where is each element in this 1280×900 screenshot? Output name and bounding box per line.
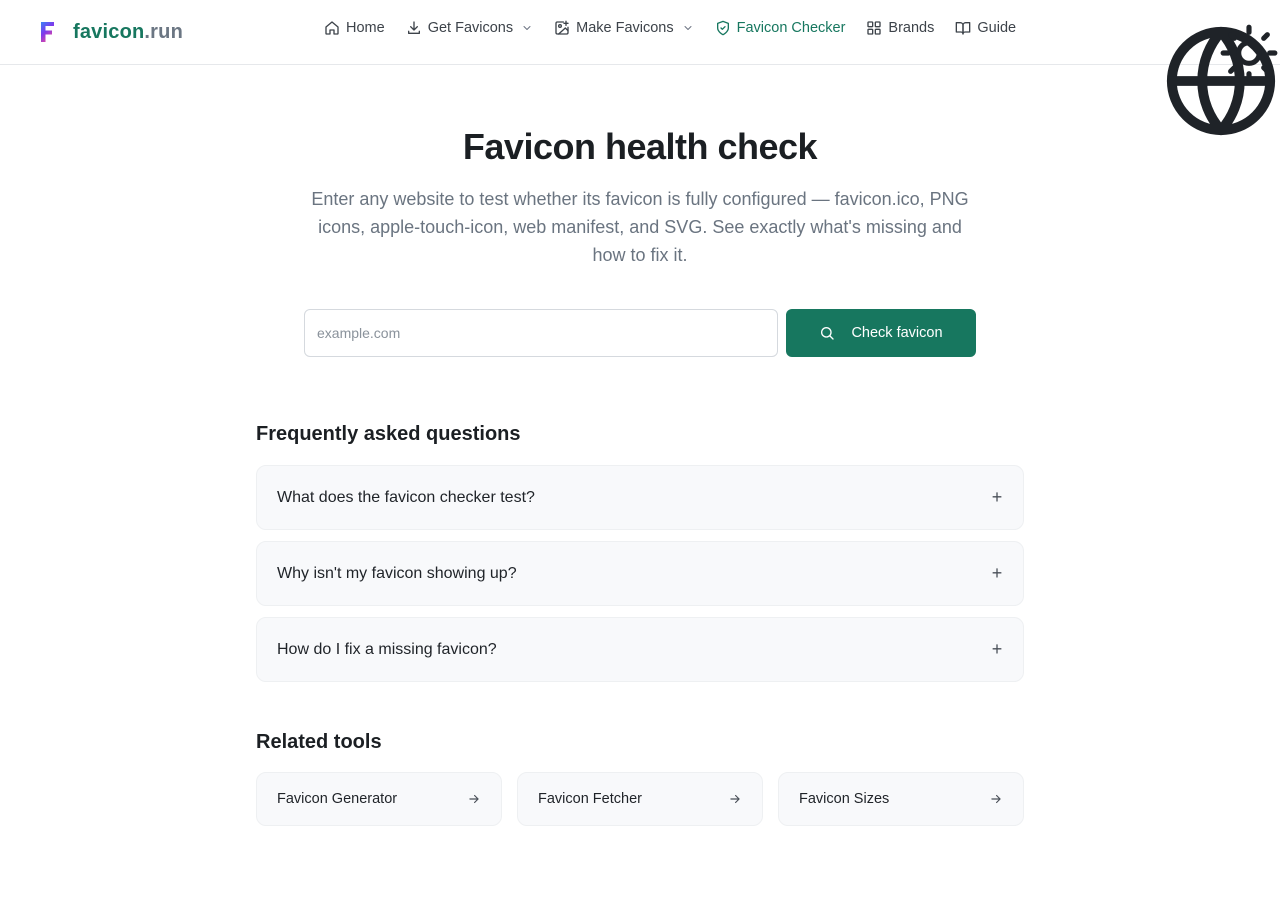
logo-link[interactable]: favicon.run	[38, 19, 183, 45]
related-tool-label: Favicon Generator	[277, 791, 398, 807]
nav-make-favicons[interactable]: Make Favicons	[554, 20, 694, 36]
check-favicon-label: Check favicon	[851, 325, 943, 341]
faq-question: Why isn't my favicon showing up?	[277, 564, 517, 582]
download-icon	[407, 21, 420, 34]
brand-name-part2: .run	[144, 20, 183, 43]
faq-item[interactable]: What does the favicon checker test? +	[256, 465, 1024, 530]
related-tool-label: Favicon Sizes	[799, 791, 890, 807]
nav-brands[interactable]: Brands	[866, 20, 934, 36]
related-tools-heading: Related tools	[256, 731, 382, 753]
sun-icon[interactable]	[1218, 22, 1280, 84]
arrow-right-icon	[730, 794, 740, 804]
plus-icon: +	[991, 639, 1003, 659]
faq-question: What does the favicon checker test?	[277, 488, 535, 506]
website-url-input[interactable]	[304, 309, 778, 357]
related-tool-label: Favicon Fetcher	[538, 791, 642, 807]
related-tool-card[interactable]: Favicon Fetcher	[517, 772, 763, 826]
faq-heading: Frequently asked questions	[256, 423, 521, 445]
related-tool-card[interactable]: Favicon Sizes	[778, 772, 1024, 826]
chevron-down-icon	[684, 26, 692, 30]
nav-favicon-checker-label: Favicon Checker	[736, 20, 846, 36]
faq-item[interactable]: Why isn't my favicon showing up? +	[256, 541, 1024, 606]
search-icon	[821, 327, 835, 340]
nav-home[interactable]: Home	[324, 20, 385, 36]
faq-item[interactable]: How do I fix a missing favicon? +	[256, 617, 1024, 682]
nav-get-favicons-label: Get Favicons	[427, 20, 514, 36]
nav-get-favicons[interactable]: Get Favicons	[406, 20, 533, 36]
main-nav: Home Get Favicons Make Favicons Favicon …	[324, 20, 1037, 36]
plus-icon: +	[991, 563, 1003, 583]
book-icon	[956, 22, 971, 35]
plus-icon: +	[991, 487, 1003, 507]
brand-name: favicon.run	[73, 21, 183, 44]
arrow-right-icon	[469, 794, 479, 804]
page-title: Favicon health check	[462, 126, 818, 167]
nav-make-favicons-label: Make Favicons	[576, 20, 674, 36]
grid-icon	[867, 21, 882, 35]
nav-home-label: Home	[346, 20, 385, 36]
shield-check-icon	[716, 20, 729, 36]
related-tool-card[interactable]: Favicon Generator	[256, 772, 502, 826]
site-header: favicon.run Home Get Favicons Make Favic…	[0, 0, 1280, 136]
nav-favicon-checker[interactable]: Favicon Checker	[715, 20, 846, 36]
faq-question: How do I fix a missing favicon?	[277, 640, 497, 658]
brand-name-part1: favicon	[73, 20, 145, 43]
chevron-down-icon	[523, 26, 531, 30]
nav-brands-label: Brands	[888, 20, 935, 36]
image-plus-icon	[555, 20, 569, 35]
arrow-right-icon	[991, 794, 1001, 804]
page-description: Enter any website to test whether its fa…	[311, 189, 969, 265]
nav-guide[interactable]: Guide	[955, 20, 1016, 36]
logo-icon	[41, 22, 54, 42]
nav-guide-label: Guide	[977, 20, 1017, 36]
home-icon	[325, 21, 339, 35]
check-favicon-button[interactable]: Check favicon	[786, 309, 976, 357]
